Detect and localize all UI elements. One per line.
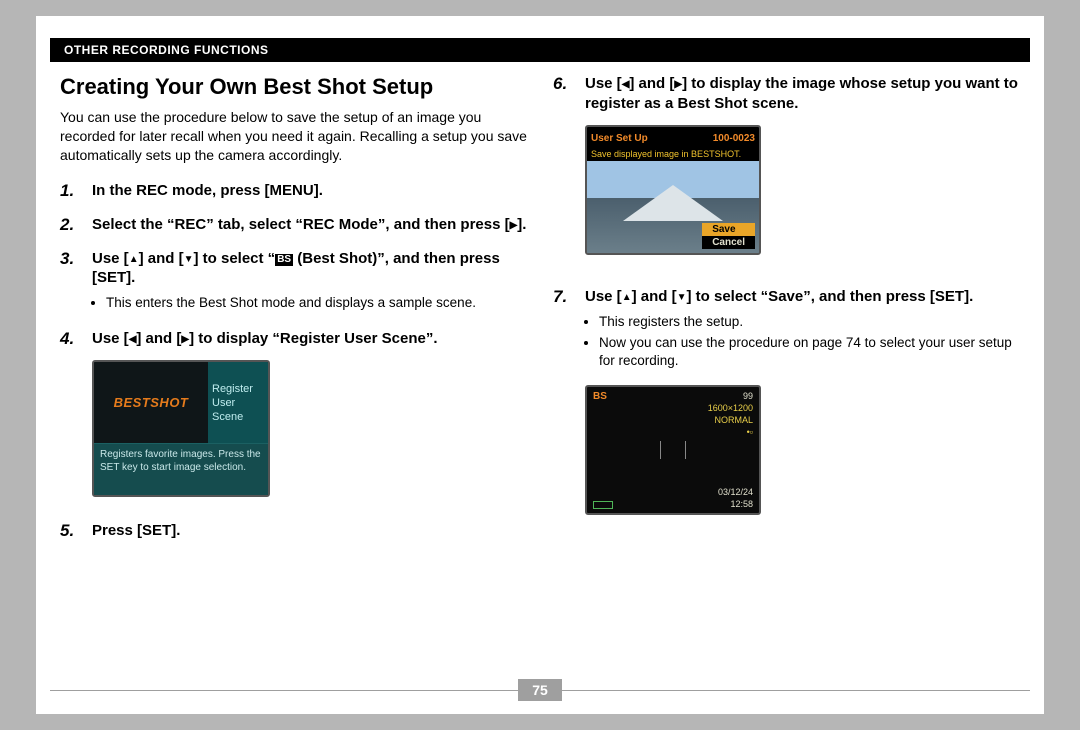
step-number: 6.: [553, 74, 575, 94]
page-title: Creating Your Own Best Shot Setup: [60, 74, 527, 100]
step-text: Select the “REC” tab, select “REC Mode”,…: [92, 215, 527, 235]
right-triangle-icon: ▶: [674, 78, 682, 91]
bs-indicator: BS: [593, 391, 607, 402]
focus-frame-icon: [660, 441, 686, 459]
step-number: 7.: [553, 287, 575, 307]
divider: [50, 690, 518, 691]
section-header-text: OTHER RECORDING FUNCTIONS: [64, 43, 269, 57]
step-text: In the REC mode, press [MENU].: [92, 181, 527, 201]
date-indicator: 03/12/24: [718, 487, 753, 497]
step-text: Use [◀] and [▶] to display the image who…: [585, 74, 1020, 113]
menu-item: Register: [212, 383, 268, 395]
resolution-indicator: 1600×1200: [708, 403, 753, 413]
step-1: 1. In the REC mode, press [MENU].: [60, 181, 527, 201]
page-number: 75: [518, 679, 562, 701]
screenshot-description: Registers favorite images. Press the SET…: [94, 444, 268, 495]
step-text: Use [◀] and [▶] to display “Register Use…: [92, 329, 438, 349]
screenshot-rec-screen: BS 99 1600×1200 NORMAL •▫ 03/12/24 12:58: [585, 385, 761, 515]
save-option: Save: [702, 223, 755, 236]
section-header: OTHER RECORDING FUNCTIONS: [50, 38, 1030, 62]
screenshot-title: User Set Up: [591, 133, 648, 144]
step-text: Use [▲] and [▼] to select “Save”, and th…: [585, 287, 1020, 307]
up-triangle-icon: ▲: [129, 253, 139, 266]
content-columns: Creating Your Own Best Shot Setup You ca…: [60, 74, 1020, 674]
down-triangle-icon: ▼: [184, 253, 194, 266]
mountain-graphic: [623, 185, 723, 221]
step-bullet: Now you can use the procedure on page 74…: [599, 334, 1020, 370]
step-3: 3. Use [▲] and [▼] to select “BS (Best S…: [60, 249, 527, 315]
step-text: Use [▲] and [▼] to select “BS (Best Shot…: [92, 249, 527, 288]
bestshot-logo: BESTSHOT: [114, 395, 189, 410]
step-number: 5.: [60, 521, 82, 541]
battery-icon: [593, 501, 613, 509]
step-2: 2. Select the “REC” tab, select “REC Mod…: [60, 215, 527, 235]
step-4: 4. Use [◀] and [▶] to display “Register …: [60, 329, 527, 498]
step-number: 2.: [60, 215, 82, 235]
bs-icon: BS: [275, 254, 293, 266]
left-column: Creating Your Own Best Shot Setup You ca…: [60, 74, 527, 674]
step-5: 5. Press [SET].: [60, 521, 527, 541]
divider: [562, 690, 1030, 691]
step-number: 1.: [60, 181, 82, 201]
menu-item: Scene: [212, 411, 268, 423]
cancel-option: Cancel: [702, 236, 755, 249]
screenshot-subtitle: Save displayed image in BESTSHOT.: [587, 149, 759, 161]
screenshot-bestshot-register: BESTSHOT Register User Scene Registers f…: [92, 360, 270, 497]
right-triangle-icon: ▶: [181, 333, 189, 346]
down-triangle-icon: ▼: [677, 291, 687, 304]
manual-page: OTHER RECORDING FUNCTIONS Creating Your …: [36, 16, 1044, 714]
time-indicator: 12:58: [730, 499, 753, 509]
step-bullet: This enters the Best Shot mode and displ…: [106, 294, 527, 312]
quality-indicator: NORMAL: [714, 415, 753, 425]
step-7: 7. Use [▲] and [▼] to select “Save”, and…: [553, 287, 1020, 515]
step-6: 6. Use [◀] and [▶] to display the image …: [553, 74, 1020, 255]
step-bullet: This registers the setup.: [599, 313, 1020, 331]
up-triangle-icon: ▲: [622, 291, 632, 304]
menu-item: User: [212, 397, 268, 409]
screenshot-user-setup: User Set Up 100-0023 Save displayed imag…: [585, 125, 761, 255]
shots-remaining: 99: [743, 391, 753, 401]
card-indicator: •▫: [747, 427, 753, 437]
right-column: 6. Use [◀] and [▶] to display the image …: [553, 74, 1020, 674]
screenshot-file-id: 100-0023: [713, 133, 755, 144]
page-footer: 75: [50, 678, 1030, 702]
step-number: 3.: [60, 249, 82, 269]
step-text: Press [SET].: [92, 521, 527, 541]
intro-paragraph: You can use the procedure below to save …: [60, 108, 527, 165]
step-number: 4.: [60, 329, 82, 349]
